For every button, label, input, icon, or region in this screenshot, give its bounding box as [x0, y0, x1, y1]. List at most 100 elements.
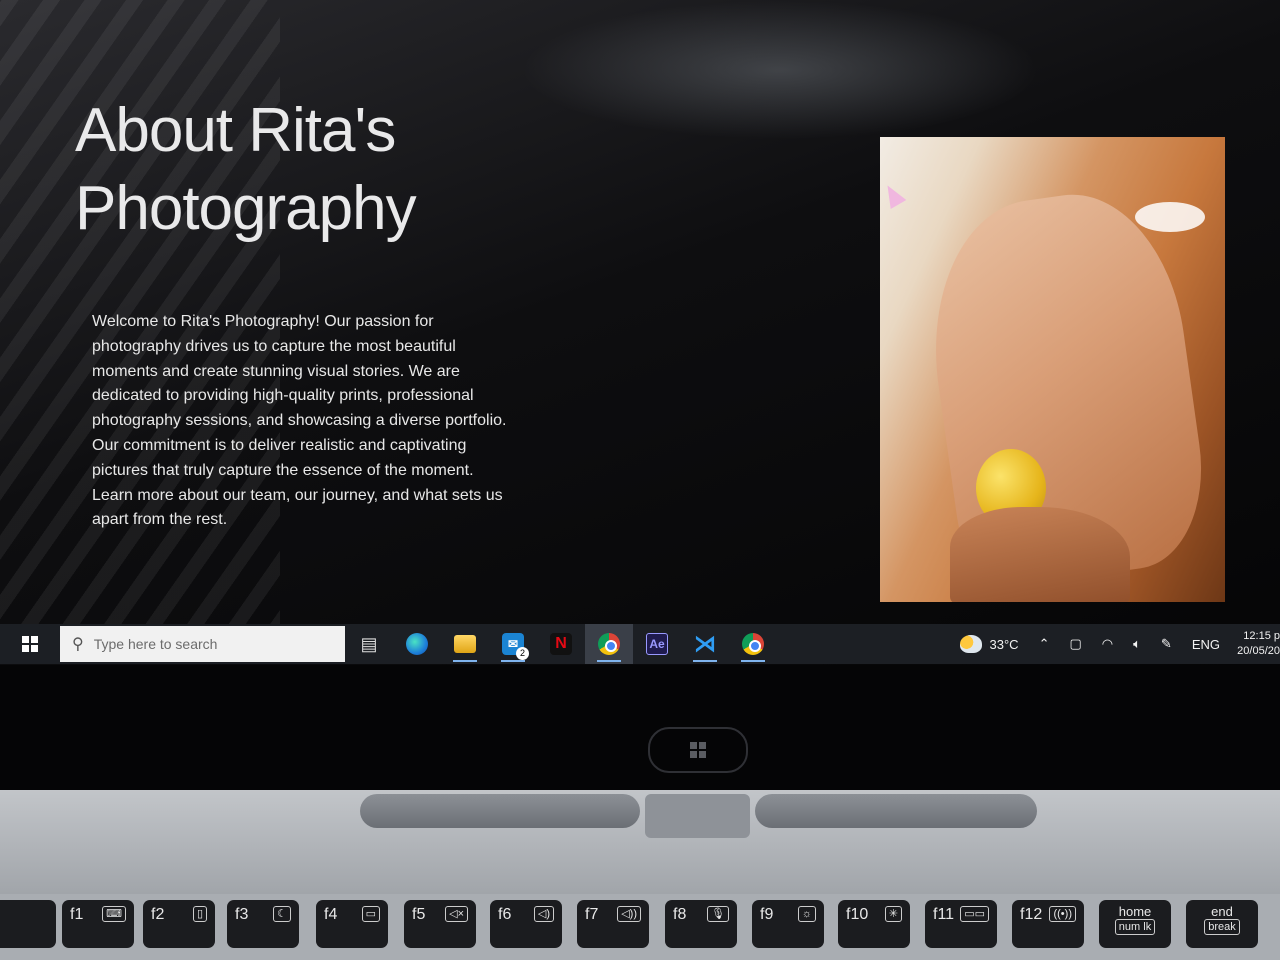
weather-sun-cloud-icon — [959, 635, 982, 653]
hinge-bar-left — [360, 794, 640, 828]
chevron-up-icon: ⌃ — [1038, 636, 1050, 651]
chrome-icon — [742, 633, 764, 655]
after-effects-app-button[interactable]: Ae — [633, 624, 681, 664]
show-hidden-icons-button[interactable]: ⌃ — [1039, 636, 1050, 652]
key-label: f2 — [151, 906, 165, 923]
key-label: f5 — [412, 906, 426, 923]
task-view-button[interactable]: ▤ — [345, 624, 393, 664]
clock-time: 12:15 p — [1243, 630, 1280, 642]
f2-key[interactable]: f2 ▯ — [143, 900, 215, 948]
network-button[interactable]: ◠ — [1102, 636, 1113, 652]
weather-temperature: 33°C — [989, 636, 1019, 652]
hinge-bar-right — [755, 794, 1037, 828]
speaker-icon: 🔈︎ — [1133, 636, 1141, 651]
windows-logo-icon — [690, 742, 706, 758]
f12-key[interactable]: f12 ((•)) — [1012, 900, 1084, 948]
wifi-icon: ◠ — [1101, 636, 1114, 651]
hinge-center — [645, 794, 750, 838]
key-function-icon: ▯ — [192, 906, 207, 922]
netflix-app-button[interactable]: N — [537, 624, 585, 664]
key-function-icon: 🎙︎ — [707, 906, 729, 922]
photo-glare — [1135, 202, 1205, 232]
search-icon: ⚲ — [72, 636, 84, 653]
esc-key[interactable] — [0, 900, 56, 948]
f3-key[interactable]: f3 ☾ — [227, 900, 299, 948]
start-button[interactable] — [0, 624, 60, 664]
pen-icon: ✎ — [1160, 636, 1172, 651]
f1-key[interactable]: f1 ⌨ — [62, 900, 134, 948]
taskbar-clock[interactable]: 12:15 p 20/05/20 — [1236, 629, 1280, 659]
home-key[interactable]: home num lk — [1099, 900, 1171, 948]
key-function-icon: ☼ — [797, 906, 816, 922]
f5-key[interactable]: f5 ◁× — [404, 900, 476, 948]
key-function-icon: ☾ — [273, 906, 291, 922]
tablet-icon: ▢ — [1069, 636, 1082, 651]
edge-icon — [406, 633, 428, 655]
chrome-app-button-active[interactable] — [585, 624, 633, 664]
windows-home-button[interactable] — [648, 727, 748, 773]
running-indicator — [501, 660, 525, 662]
key-secondary-label: num lk — [1114, 919, 1156, 935]
key-label: end — [1211, 904, 1233, 919]
key-function-icon: ◁× — [445, 906, 468, 922]
taskbar-search-box[interactable]: ⚲ Type here to search — [60, 626, 345, 662]
chrome-icon — [598, 633, 620, 655]
screen-glare — [520, 0, 1040, 140]
f11-key[interactable]: f11 ▭▭ — [925, 900, 997, 948]
key-function-icon: ✳ — [884, 906, 902, 922]
f9-key[interactable]: f9 ☼ — [752, 900, 824, 948]
photo-hand — [950, 507, 1130, 602]
end-key[interactable]: end break — [1186, 900, 1258, 948]
device-icon-button[interactable]: ▢ — [1069, 636, 1081, 652]
language-indicator[interactable]: ENG — [1192, 637, 1220, 652]
chrome-app-button[interactable] — [729, 624, 777, 664]
key-label: f11 — [933, 906, 955, 923]
key-label: f10 — [846, 906, 869, 923]
key-label: f4 — [324, 906, 338, 923]
vscode-icon: ⋊ — [694, 631, 716, 656]
edge-app-button[interactable] — [393, 624, 441, 664]
key-function-icon: ▭ — [361, 906, 380, 922]
key-label: f12 — [1020, 906, 1043, 923]
windows-logo-icon — [22, 636, 38, 652]
laptop-hinge — [0, 790, 1280, 900]
running-indicator — [453, 660, 477, 662]
key-function-icon: ▭▭ — [960, 906, 989, 922]
key-function-icon: ⌨ — [102, 906, 126, 922]
key-label: home — [1118, 904, 1152, 919]
key-label: f1 — [70, 906, 84, 923]
key-function-icon: ◁)) — [617, 906, 641, 922]
f8-key[interactable]: f8 🎙︎ — [665, 900, 737, 948]
page-title: About Rita's Photography — [75, 96, 417, 243]
key-secondary-label: break — [1204, 919, 1240, 935]
pen-button[interactable]: ✎ — [1161, 636, 1172, 652]
running-indicator — [597, 660, 621, 662]
volume-button[interactable]: 🔈︎ — [1133, 636, 1141, 652]
search-placeholder: Type here to search — [93, 636, 218, 652]
f4-key[interactable]: f4 ▭ — [316, 900, 388, 948]
key-label: f9 — [760, 906, 774, 923]
intro-paragraph: Welcome to Rita's Photography! Our passi… — [92, 313, 507, 529]
system-tray: 33°C ⌃ ▢ ◠ 🔈︎ ✎ ENG 12:15 p 20/05/20 — [950, 624, 1280, 664]
language-label: ENG — [1191, 636, 1220, 652]
mail-app-button[interactable]: ✉ 2 — [489, 624, 537, 664]
key-function-icon: ((•)) — [1049, 906, 1076, 922]
task-view-icon: ▤ — [360, 633, 378, 654]
running-indicator — [741, 660, 765, 662]
featured-photo — [880, 137, 1225, 602]
weather-widget[interactable]: 33°C — [959, 635, 1019, 653]
vscode-app-button[interactable]: ⋊ — [681, 624, 729, 664]
file-explorer-app-button[interactable] — [441, 624, 489, 664]
key-label: f8 — [673, 906, 687, 923]
f6-key[interactable]: f6 ◁) — [490, 900, 562, 948]
screen: About Rita's Photography Welcome to Rita… — [0, 0, 1280, 665]
f7-key[interactable]: f7 ◁)) — [577, 900, 649, 948]
taskbar: ⚲ Type here to search ▤ ✉ 2 N Ae ⋊ 33°C … — [0, 624, 1280, 664]
folder-icon — [454, 635, 476, 653]
after-effects-icon: Ae — [646, 633, 668, 655]
running-indicator — [693, 660, 717, 662]
netflix-icon: N — [550, 633, 572, 655]
f10-key[interactable]: f10 ✳ — [838, 900, 910, 948]
key-function-icon: ◁) — [533, 906, 554, 922]
key-label: f6 — [498, 906, 512, 923]
